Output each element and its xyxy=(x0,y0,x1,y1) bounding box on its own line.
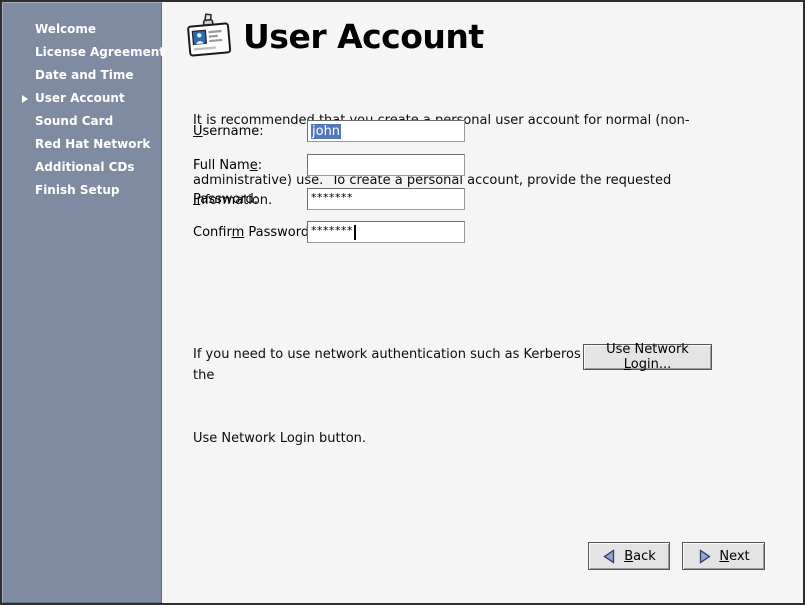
username-input[interactable]: john xyxy=(307,120,465,142)
selected-text: john xyxy=(311,124,341,139)
sidebar: Welcome License Agreement Date and Time … xyxy=(2,2,162,603)
main-panel: User Account It is recommended that you … xyxy=(162,2,803,603)
sidebar-item-red-hat-network: Red Hat Network xyxy=(2,133,162,156)
sidebar-item-user-account: User Account xyxy=(2,87,162,110)
username-label: Username: xyxy=(193,124,307,139)
back-button[interactable]: Back xyxy=(588,542,670,570)
sidebar-item-date-and-time: Date and Time xyxy=(2,64,162,87)
next-button[interactable]: Next xyxy=(682,542,765,570)
full-name-label: Full Name: xyxy=(193,158,307,173)
firstboot-window: Welcome License Agreement Date and Time … xyxy=(0,0,805,605)
sidebar-item-license-agreement: License Agreement xyxy=(2,41,162,64)
id-card-icon xyxy=(186,12,232,60)
password-row: Password: ******* xyxy=(193,188,465,210)
sidebar-item-welcome: Welcome xyxy=(2,18,162,41)
network-auth-note: If you need to use network authenticatio… xyxy=(193,302,733,491)
full-name-input[interactable] xyxy=(307,154,465,176)
username-row: Username: john xyxy=(193,120,465,142)
password-input[interactable]: ******* xyxy=(307,188,465,210)
text-caret xyxy=(354,225,356,240)
back-arrow-icon xyxy=(602,549,617,564)
password-label: Password: xyxy=(193,192,307,207)
page-header: User Account xyxy=(186,12,484,60)
confirm-password-input[interactable]: ******* xyxy=(307,221,465,243)
page-title: User Account xyxy=(243,17,484,56)
sidebar-item-additional-cds: Additional CDs xyxy=(2,156,162,179)
use-network-login-button[interactable]: Use Network Login... xyxy=(583,344,712,370)
sidebar-item-finish-setup: Finish Setup xyxy=(2,179,162,202)
full-name-row: Full Name: xyxy=(193,154,465,176)
active-step-arrow-icon xyxy=(22,95,28,103)
next-arrow-icon xyxy=(697,549,712,564)
sidebar-item-sound-card: Sound Card xyxy=(2,110,162,133)
confirm-password-label: Confirm Password: xyxy=(193,225,307,240)
confirm-password-row: Confirm Password: ******* xyxy=(193,221,465,243)
